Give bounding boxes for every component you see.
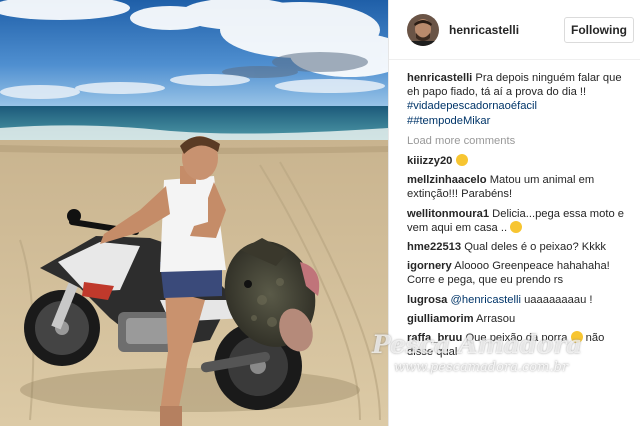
comment-username[interactable]: kiiizzy20: [407, 155, 452, 167]
mention-link[interactable]: @henricastelli: [451, 294, 521, 306]
heart-eyes-emoji-icon: [455, 154, 468, 167]
comment: mellzinhaacelo Matou um animal em extinç…: [407, 173, 632, 201]
comment-username[interactable]: igornery: [407, 260, 452, 272]
avatar[interactable]: [407, 13, 439, 46]
comment-username[interactable]: raffa_bruu: [407, 332, 462, 344]
comment-text: Arrasou: [476, 312, 516, 325]
comment: hme22513 Qual deles é o peixao? Kkkk: [407, 240, 632, 254]
comment: giulliamorim Arrasou: [407, 312, 632, 326]
following-button[interactable]: Following: [564, 16, 634, 43]
comment-username[interactable]: giulliamorim: [407, 313, 474, 325]
joy-emoji-icon: [570, 331, 583, 344]
post-photo[interactable]: [0, 0, 388, 426]
comment-username[interactable]: hme22513: [407, 241, 461, 253]
caption-username[interactable]: henricastelli: [407, 72, 472, 84]
load-more-comments-link[interactable]: Load more comments: [407, 134, 632, 148]
post-header: henricastelli Following: [389, 0, 640, 60]
comment-username[interactable]: lugrosa: [407, 294, 447, 306]
comment-text: Que peixão da porra: [465, 332, 568, 345]
hashtag-link[interactable]: #vidadepescadornaoéfacil: [407, 100, 537, 112]
comment: wellitonmoura1 Delicia...pega essa moto …: [407, 207, 632, 235]
post-panel: henricastelli Following henricastelli Pr…: [388, 0, 640, 426]
comments-list: henricastelli Pra depois ninguém falar q…: [389, 60, 640, 359]
header-username[interactable]: henricastelli: [449, 23, 564, 37]
comment-username[interactable]: wellitonmoura1: [407, 208, 489, 220]
comment: raffa_bruu Que peixão da porra não disse…: [407, 331, 632, 359]
caption: henricastelli Pra depois ninguém falar q…: [407, 71, 632, 128]
smirk-emoji-icon: [510, 220, 523, 233]
comment-text: Qual deles é o peixao? Kkkk: [464, 241, 607, 254]
comment: igornery Aloooo Greenpeace hahahaha! Cor…: [407, 259, 632, 287]
comment-username[interactable]: mellzinhaacelo: [407, 174, 487, 186]
comment: lugrosa @henricastelli uaaaaaaaau !: [407, 293, 632, 307]
comment: kiiizzy20: [407, 154, 632, 168]
hashtag-link[interactable]: ##tempodeMikar: [407, 115, 490, 127]
comment-text: uaaaaaaaau !: [520, 293, 593, 306]
